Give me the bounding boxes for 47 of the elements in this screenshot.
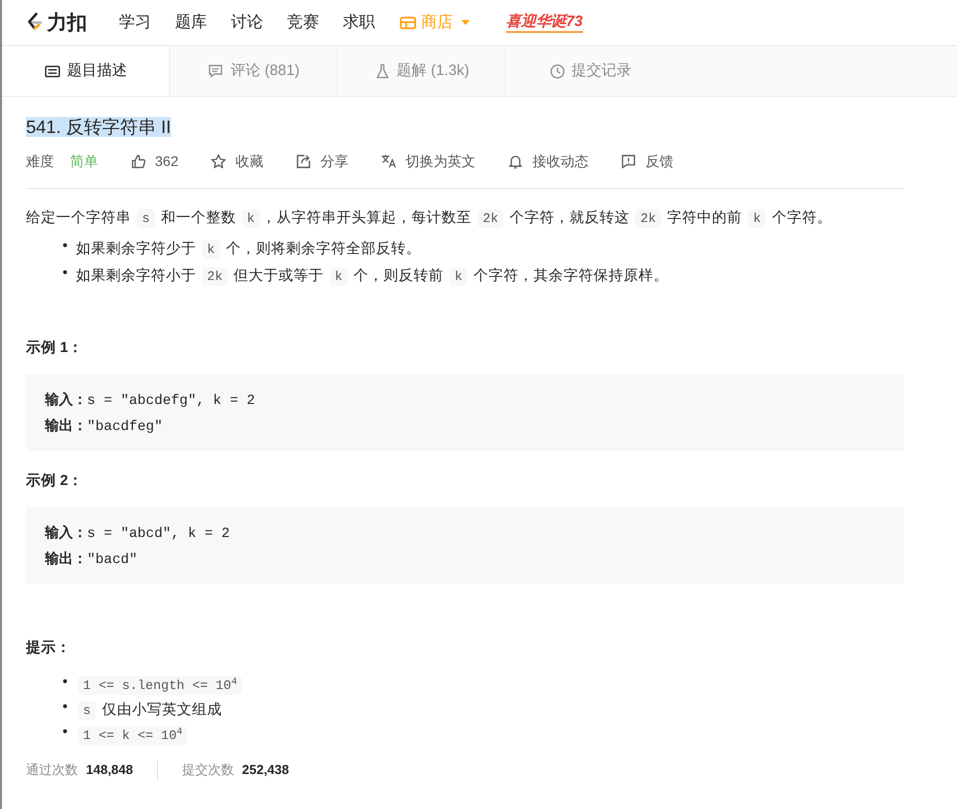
hints-heading: 提示： [26,638,72,658]
action-button[interactable]: 切换为英文 [380,151,476,172]
rule-item: 如果剩余字符少于 k 个，则将剩余字符全部反转。 [76,239,421,261]
difficulty-label: 难度 [26,152,54,171]
document-icon [44,62,61,80]
comment-icon [207,62,224,80]
logo[interactable]: 力扣 [26,8,87,38]
action-button[interactable]: 分享 [295,151,348,172]
bullet: • [61,264,69,283]
hint-item: s 仅由小写英文组成 [76,698,222,724]
bullet: • [61,698,69,716]
nav-link[interactable]: 讨论 [231,10,263,34]
bullet: • [61,673,69,692]
rule-item: 如果剩余字符小于 2k 但大于或等于 k 个，则反转前 k 个字符，其余字符保持原样。 [76,266,668,288]
clock-icon [548,62,566,80]
nav-link[interactable]: 学习 [119,10,151,34]
nav-link[interactable]: 题库 [175,10,207,34]
thumbs-up-icon [130,153,147,170]
tab[interactable]: 题目描述 [2,46,170,96]
bullet: • [61,723,69,742]
difficulty-value: 简单 [70,152,98,171]
action-button[interactable]: 收藏 [210,151,264,172]
translate-icon [380,153,398,170]
description-text: 给定一个字符串 s 和一个整数 k ，从字符串开头算起，每计数至 2k 个字符，就反转这 2k 字符中的前 k 个字符。 [26,208,833,230]
example-box: 输入：s = "abcdefg", k = 2 输出："bacdfeg" [26,374,904,451]
flask-icon [374,62,391,80]
star-icon [210,153,228,170]
example-heading: 示例 1： [26,339,84,358]
stat-value: 148,848 [86,761,133,780]
nav-link[interactable]: 竞赛 [287,10,319,34]
caret-icon [461,20,470,25]
share-icon [295,153,312,170]
action-button[interactable]: 362 [130,151,178,172]
store-icon [399,14,417,32]
nav-link[interactable]: 求职 [343,10,375,34]
stat-label: 提交次数 [182,761,234,780]
stat-label: 通过次数 [26,761,78,780]
action-button[interactable]: 接收动态 [507,151,588,172]
stat-value: 252,438 [242,761,289,780]
example-heading: 示例 2： [26,472,84,491]
promo-banner[interactable]: 喜迎华诞73 [506,12,583,32]
action-button[interactable]: 反馈 [620,151,674,172]
problem-title: 541. 反转字符串 II [26,117,172,137]
bell-icon [507,153,524,170]
feedback-icon [620,153,638,170]
bullet: • [61,237,69,256]
example-box: 输入：s = "abcd", k = 2 输出："bacd" [26,506,904,584]
